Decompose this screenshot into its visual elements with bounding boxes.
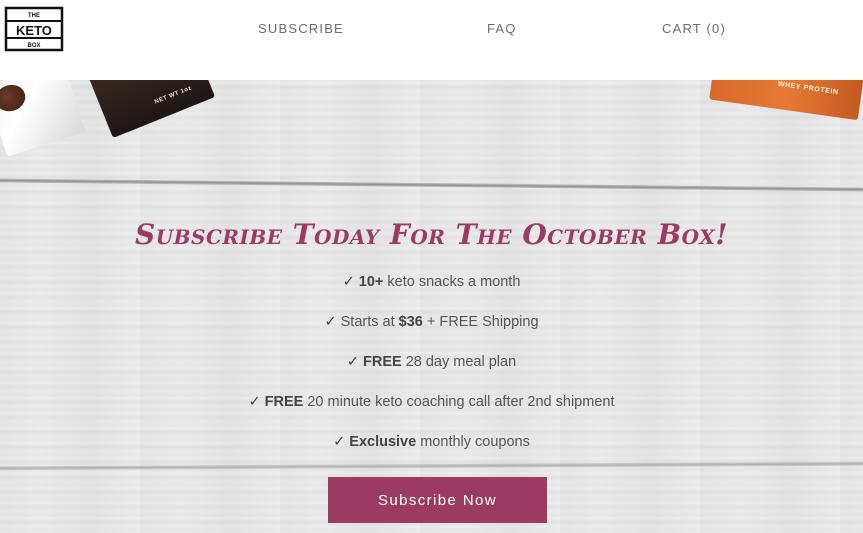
wood-plank-seam: [0, 178, 863, 192]
feature-highlight: FREE: [363, 354, 402, 370]
logo-text-bottom: BOX: [27, 43, 40, 49]
feature-item: ✓ Exclusive monthly coupons: [0, 434, 863, 450]
package-label: NET WT 1oz: [153, 85, 193, 106]
feature-text: + FREE Shipping: [422, 314, 539, 330]
logo-mark: THE KETO BOX: [4, 6, 64, 52]
nav-faq-link[interactable]: FAQ: [487, 21, 517, 36]
snack-package-image: NET WT 1oz: [86, 80, 216, 139]
logo-text-main: KETO: [16, 23, 52, 38]
feature-text: monthly coupons: [416, 434, 530, 450]
feature-item: ✓ 10+ keto snacks a month: [0, 274, 863, 290]
feature-highlight: FREE: [264, 394, 304, 410]
feature-item: ✓ Starts at $36 + FREE Shipping: [0, 314, 863, 330]
feature-item: ✓ FREE 20 minute keto coaching call after…: [0, 394, 863, 410]
nav-cart-link[interactable]: CART (0): [662, 21, 726, 36]
subscribe-now-button[interactable]: Subscribe Now: [328, 477, 547, 523]
feature-text: keto snacks a month: [383, 274, 521, 290]
check-icon: ✓: [324, 314, 337, 330]
feature-highlight: Exclusive: [349, 434, 417, 450]
feature-item: ✓ FREE 28 day meal plan: [0, 354, 863, 370]
nav-subscribe-link[interactable]: SUBSCRIBE: [258, 21, 344, 36]
feature-text: Starts at: [340, 314, 399, 330]
hero-headline: Subscribe Today For The October Box!: [134, 218, 729, 251]
check-icon: ✓: [248, 394, 261, 410]
hero-section: NET WT 1oz WHEY PROTEIN Subscribe Today …: [0, 80, 863, 533]
package-label: WHEY PROTEIN: [777, 80, 839, 97]
wood-plank-seam: [0, 461, 863, 471]
snack-package-image: [0, 80, 86, 157]
feature-highlight: $36: [398, 314, 423, 330]
feature-text: 28 day meal plan: [401, 354, 517, 370]
check-icon: ✓: [333, 434, 346, 450]
logo-text-top: THE: [28, 13, 40, 19]
site-header: THE KETO BOX SUBSCRIBE FAQ CART (0): [0, 0, 863, 80]
check-icon: ✓: [346, 354, 359, 370]
feature-highlight: 10+: [358, 274, 384, 290]
check-icon: ✓: [342, 274, 355, 290]
keto-box-logo[interactable]: THE KETO BOX: [4, 6, 64, 52]
feature-text: 20 minute keto coaching call after 2nd s…: [303, 394, 615, 410]
protein-package-image: WHEY PROTEIN: [709, 80, 863, 121]
